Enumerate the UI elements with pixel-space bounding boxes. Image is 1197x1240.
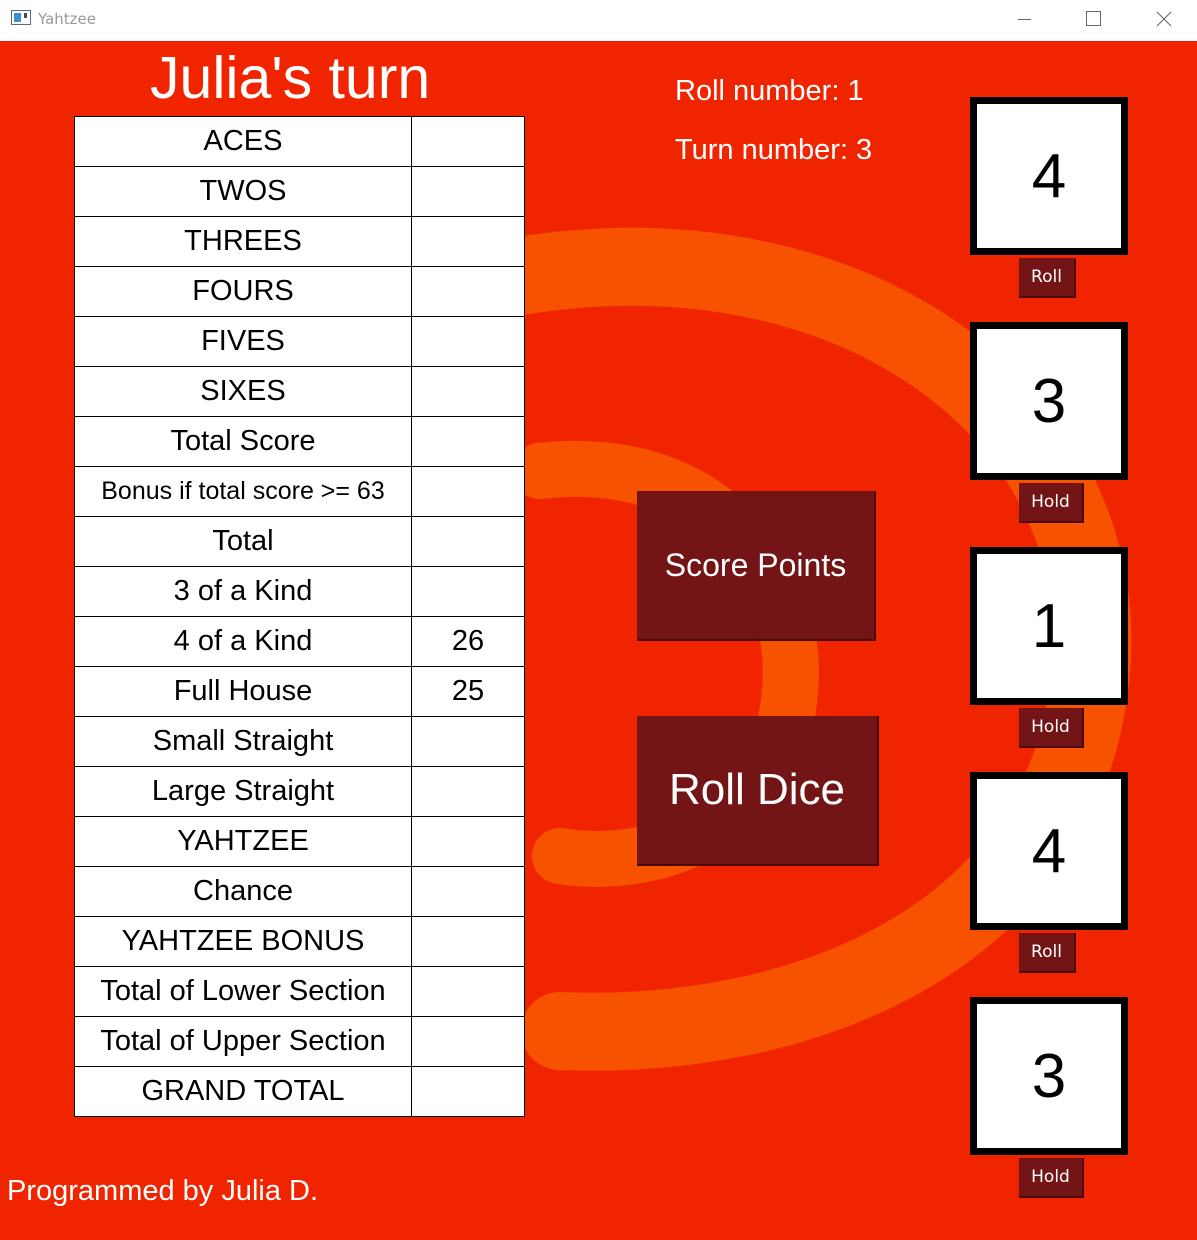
score-cell[interactable]	[411, 716, 525, 767]
score-row-sixes[interactable]: SIXES	[74, 366, 525, 417]
score-cell	[411, 466, 525, 517]
close-icon	[1156, 11, 1172, 27]
category-label: Total of Lower Section	[74, 966, 412, 1017]
roll-number-label: Roll number: 1	[675, 75, 864, 107]
score-cell[interactable]: 26	[411, 616, 525, 667]
score-row-total-score: Total Score	[74, 416, 525, 467]
die-4: 4	[970, 772, 1128, 930]
score-cell[interactable]	[411, 866, 525, 917]
score-cell	[411, 1016, 525, 1067]
score-cell[interactable]	[411, 816, 525, 867]
game-area: Julia's turn Roll number: 1 Turn number:…	[0, 41, 1197, 1240]
die-1-roll-button[interactable]: Roll	[1019, 258, 1076, 298]
category-label: Total Score	[74, 416, 412, 467]
score-row-lower-total: Total of Lower Section	[74, 966, 525, 1017]
maximize-button[interactable]	[1070, 0, 1116, 40]
close-button[interactable]	[1141, 0, 1187, 40]
category-label: FOURS	[74, 266, 412, 317]
score-cell[interactable]	[411, 216, 525, 267]
category-label: YAHTZEE	[74, 816, 412, 867]
die-5-hold-button[interactable]: Hold	[1019, 1158, 1084, 1198]
score-row-four-of-a-kind[interactable]: 4 of a Kind 26	[74, 616, 525, 667]
category-label: Large Straight	[74, 766, 412, 817]
score-cell	[411, 1066, 525, 1117]
die-3-hold-button[interactable]: Hold	[1019, 708, 1084, 748]
score-cell[interactable]: 25	[411, 666, 525, 717]
score-cell	[411, 516, 525, 567]
minimize-icon	[1018, 19, 1031, 20]
turn-title: Julia's turn	[150, 45, 431, 111]
score-row-upper-total: Total of Upper Section	[74, 1016, 525, 1067]
score-row-bonus: Bonus if total score >= 63	[74, 466, 525, 517]
score-row-threes[interactable]: THREES	[74, 216, 525, 267]
category-label: 3 of a Kind	[74, 566, 412, 617]
roll-dice-button[interactable]: Roll Dice	[637, 716, 879, 866]
category-label: YAHTZEE BONUS	[74, 916, 412, 967]
window-title: Yahtzee	[38, 10, 97, 28]
score-row-small-straight[interactable]: Small Straight	[74, 716, 525, 767]
score-cell	[411, 966, 525, 1017]
category-label: SIXES	[74, 366, 412, 417]
score-cell[interactable]	[411, 316, 525, 367]
scorecard-table: ACES TWOS THREES FOURS FIVES SIXES Total…	[74, 116, 525, 1117]
score-row-twos[interactable]: TWOS	[74, 166, 525, 217]
die-5: 3	[970, 997, 1128, 1155]
category-label: Total	[74, 516, 412, 567]
category-label: Bonus if total score >= 63	[74, 466, 412, 517]
category-label: Full House	[74, 666, 412, 717]
score-cell[interactable]	[411, 366, 525, 417]
credit-text: Programmed by Julia D.	[7, 1175, 319, 1207]
score-cell	[411, 416, 525, 467]
category-label: TWOS	[74, 166, 412, 217]
category-label: Small Straight	[74, 716, 412, 767]
score-row-large-straight[interactable]: Large Straight	[74, 766, 525, 817]
score-cell[interactable]	[411, 116, 525, 167]
score-row-aces[interactable]: ACES	[74, 116, 525, 167]
score-row-grand-total: GRAND TOTAL	[74, 1066, 525, 1117]
category-label: GRAND TOTAL	[74, 1066, 412, 1117]
score-row-full-house[interactable]: Full House 25	[74, 666, 525, 717]
die-2-hold-button[interactable]: Hold	[1019, 483, 1084, 523]
score-row-total: Total	[74, 516, 525, 567]
category-label: FIVES	[74, 316, 412, 367]
score-row-fives[interactable]: FIVES	[74, 316, 525, 367]
title-bar: Yahtzee	[0, 0, 1197, 40]
score-cell[interactable]	[411, 566, 525, 617]
category-label: THREES	[74, 216, 412, 267]
category-label: Chance	[74, 866, 412, 917]
score-cell[interactable]	[411, 166, 525, 217]
maximize-icon	[1086, 11, 1101, 26]
die-2: 3	[970, 322, 1128, 480]
category-label: Total of Upper Section	[74, 1016, 412, 1067]
score-points-button[interactable]: Score Points	[637, 491, 876, 641]
die-1: 4	[970, 97, 1128, 255]
score-row-yahtzee-bonus: YAHTZEE BONUS	[74, 916, 525, 967]
score-row-three-of-a-kind[interactable]: 3 of a Kind	[74, 566, 525, 617]
turn-number-label: Turn number: 3	[675, 134, 873, 166]
minimize-button[interactable]	[1001, 0, 1047, 40]
app-icon	[11, 10, 31, 25]
score-row-chance[interactable]: Chance	[74, 866, 525, 917]
category-label: ACES	[74, 116, 412, 167]
score-row-fours[interactable]: FOURS	[74, 266, 525, 317]
category-label: 4 of a Kind	[74, 616, 412, 667]
score-cell	[411, 916, 525, 967]
score-cell[interactable]	[411, 266, 525, 317]
score-cell[interactable]	[411, 766, 525, 817]
die-4-roll-button[interactable]: Roll	[1019, 933, 1076, 973]
die-3: 1	[970, 547, 1128, 705]
app-window: Yahtzee Julia's turn Roll number: 1 Turn…	[0, 0, 1197, 1240]
score-row-yahtzee[interactable]: YAHTZEE	[74, 816, 525, 867]
